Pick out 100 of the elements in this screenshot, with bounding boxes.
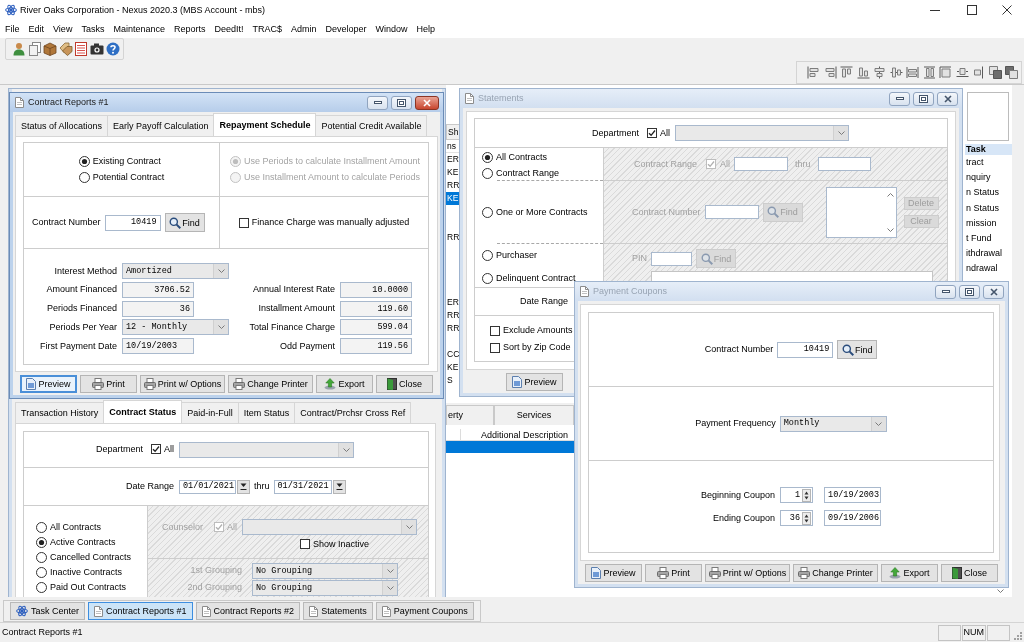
checkbox[interactable] [238, 217, 249, 228]
list-row[interactable]: RR [446, 179, 459, 192]
menu-item[interactable]: File [0, 20, 24, 38]
radio-button[interactable] [36, 582, 47, 593]
menu-item[interactable]: Window [371, 20, 413, 38]
restore-button[interactable] [959, 284, 980, 299]
radio-button[interactable] [78, 156, 90, 167]
preview-button[interactable]: Preview [506, 373, 563, 391]
restore-button[interactable] [391, 95, 412, 110]
bring-to-front-icon[interactable] [988, 65, 1002, 79]
input-field[interactable]: 10419 [104, 214, 161, 231]
checkbox[interactable] [490, 325, 500, 336]
input-field[interactable]: 10/19/2003 [122, 338, 194, 355]
menu-item[interactable]: Admin [286, 20, 322, 38]
form-icon[interactable] [74, 42, 89, 56]
list-row[interactable]: S [446, 374, 459, 387]
menu-item[interactable]: Help [412, 20, 440, 38]
align-top-icon[interactable] [840, 65, 853, 79]
date-picker-button[interactable] [332, 479, 346, 494]
input-field[interactable]: 119.56 [340, 338, 412, 355]
align-center-icon[interactable] [873, 65, 886, 79]
list-row[interactable]: CC [446, 348, 459, 361]
align-left-icon[interactable] [807, 65, 820, 79]
menu-item[interactable]: DeedIt! [209, 20, 248, 38]
tab[interactable]: erty [446, 405, 494, 425]
menu-item[interactable]: Edit [24, 20, 49, 38]
list-item[interactable]: ithdrawal [965, 246, 1012, 262]
print-button[interactable]: Print [80, 375, 137, 393]
change-printer-button[interactable]: Change Printer [793, 564, 878, 582]
tag-icon[interactable] [58, 42, 73, 56]
close-button[interactable]: Close [941, 564, 998, 582]
radio-button[interactable] [482, 273, 493, 284]
minimize-button[interactable] [935, 284, 956, 299]
list-item[interactable]: mission [965, 215, 1012, 231]
input-field[interactable]: 119.60 [340, 300, 412, 317]
same-size-icon[interactable] [939, 65, 952, 79]
close-button[interactable]: Close [376, 375, 433, 393]
preview-button[interactable]: Preview [20, 375, 77, 393]
find-button[interactable]: Find [164, 213, 205, 232]
export-button[interactable]: Export [316, 375, 373, 393]
taskbar-button[interactable]: Payment Coupons [375, 602, 474, 620]
align-middle-icon[interactable] [889, 65, 903, 79]
align-right-icon[interactable] [823, 65, 837, 79]
checkbox[interactable] [647, 128, 658, 138]
preview-button[interactable]: Preview [585, 564, 642, 582]
person-icon[interactable] [12, 42, 26, 56]
align-bottom-icon[interactable] [856, 65, 870, 79]
list-item[interactable]: n Status [965, 200, 1012, 216]
send-to-back-icon[interactable] [1005, 65, 1018, 79]
list-row[interactable]: KE [446, 192, 459, 205]
menu-item[interactable]: Developer [321, 20, 372, 38]
same-width-icon[interactable] [906, 65, 919, 79]
list-item[interactable]: nquiry [965, 170, 1012, 186]
list-row[interactable]: ER [446, 296, 459, 309]
input-field[interactable]: 10419 [777, 341, 834, 358]
input-field[interactable]: 3706.52 [122, 281, 194, 298]
input-field[interactable]: 599.04 [340, 319, 412, 336]
change-printer-button[interactable]: Change Printer [228, 375, 313, 393]
tab[interactable]: Services [494, 405, 574, 425]
print-button[interactable]: Print [645, 564, 702, 582]
find-button[interactable]: Find [837, 340, 878, 359]
list-item[interactable]: ndrawal [965, 261, 1012, 277]
tab[interactable]: Potential Credit Available [315, 115, 428, 136]
menu-item[interactable]: TRAC$ [248, 20, 287, 38]
radio-button[interactable] [36, 552, 47, 563]
dropdown[interactable]: Amortized [122, 263, 229, 279]
same-height-icon[interactable] [922, 65, 936, 79]
list-row[interactable]: KE [446, 361, 459, 374]
center-horizontal-icon[interactable] [955, 65, 969, 79]
menu-item[interactable]: View [48, 20, 77, 38]
dropdown[interactable]: 12 - Monthly [122, 319, 229, 336]
minimize-button[interactable] [367, 95, 388, 110]
close-button[interactable] [983, 284, 1004, 299]
menu-item[interactable]: Tasks [76, 20, 109, 38]
input-field[interactable]: 10/19/2003 [824, 487, 882, 503]
minimize-button[interactable] [889, 91, 910, 106]
list-row[interactable]: KE [446, 166, 459, 179]
radio-button[interactable] [36, 522, 47, 533]
tab[interactable]: Status of Allocations [15, 115, 109, 136]
taskbar-button[interactable]: Task Center [10, 602, 86, 620]
input-field[interactable]: 10.0000 [340, 281, 412, 298]
dropdown[interactable]: Monthly [779, 415, 887, 432]
input-field[interactable]: 36 [122, 300, 194, 317]
menu-item[interactable]: Reports [169, 20, 210, 38]
radio-button[interactable] [36, 537, 47, 548]
list-row[interactable]: RR [446, 322, 459, 335]
taskbar-button[interactable]: Contract Reports #1 [88, 602, 193, 620]
documents-icon[interactable] [27, 42, 42, 56]
tab[interactable]: Repayment Schedule [213, 113, 317, 136]
taskbar-button[interactable]: Statements [303, 602, 373, 620]
close-button[interactable] [415, 95, 439, 110]
export-button[interactable]: Export [881, 564, 938, 582]
close-button[interactable] [937, 91, 958, 106]
input-field[interactable]: 01/01/2021 [179, 479, 236, 494]
tab[interactable]: Contract/Prchsr Cross Ref [294, 402, 412, 423]
radio-button[interactable] [36, 567, 47, 578]
print-options-button[interactable]: Print w/ Options [705, 564, 790, 582]
radio-button[interactable] [482, 168, 493, 179]
print-options-button[interactable]: Print w/ Options [140, 375, 225, 393]
taskbar-button[interactable]: Contract Reports #2 [195, 602, 301, 620]
